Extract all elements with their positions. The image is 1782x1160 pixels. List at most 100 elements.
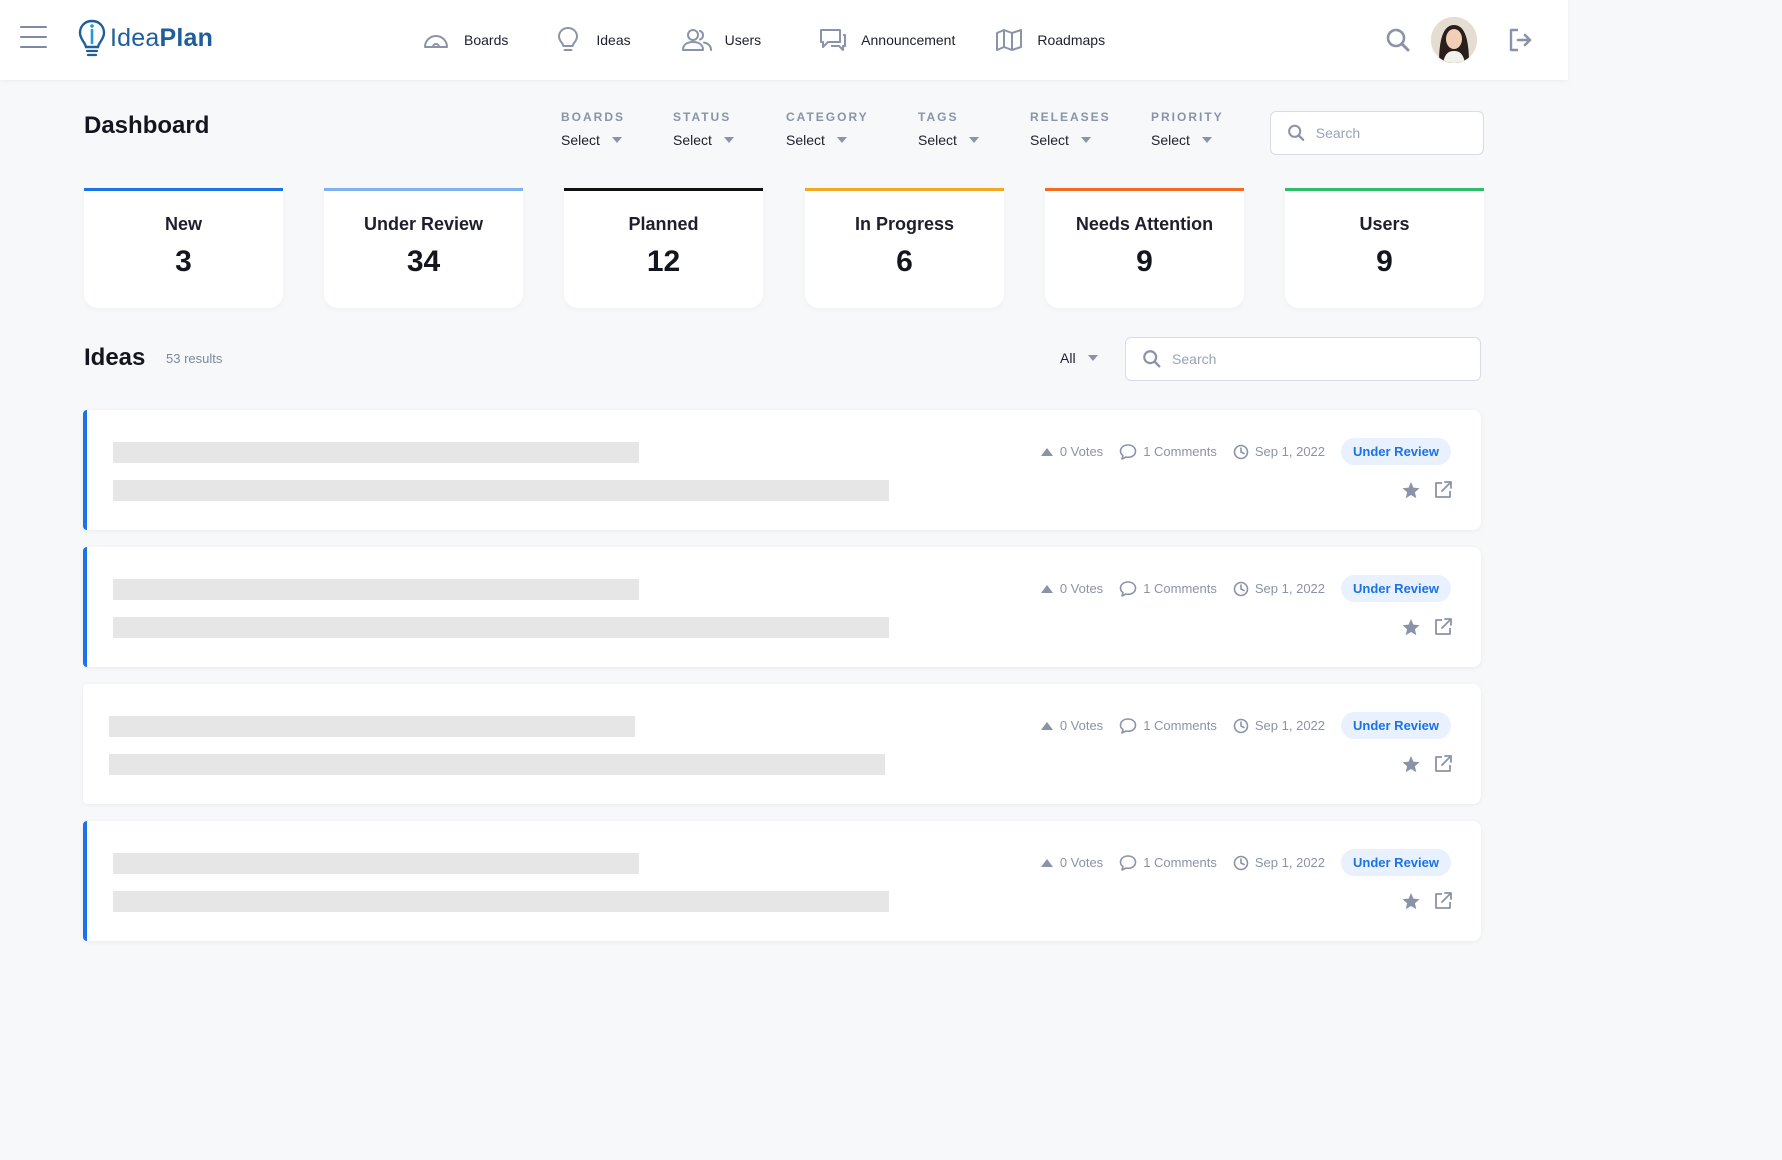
nav-label-roadmaps: Roadmaps <box>1037 32 1106 48</box>
stat-card-new[interactable]: New 3 <box>84 188 283 308</box>
filter-label: RELEASES <box>1030 110 1111 124</box>
comment-bubble-icon <box>1119 443 1137 460</box>
filter-label: STATUS <box>673 110 732 124</box>
idea-comments[interactable]: 1 Comments <box>1119 580 1217 598</box>
external-link-icon[interactable] <box>1433 617 1453 637</box>
filter-select[interactable]: Select <box>673 132 734 148</box>
nav-item-announcement[interactable]: Announcement <box>817 0 955 80</box>
upvote-triangle-icon <box>1040 721 1053 730</box>
idea-comments[interactable]: 1 Comments <box>1119 717 1217 735</box>
star-icon[interactable] <box>1401 618 1421 637</box>
stat-card-planned[interactable]: Planned 12 <box>564 188 763 308</box>
stat-card-under-review[interactable]: Under Review 34 <box>324 188 523 308</box>
star-icon[interactable] <box>1401 755 1421 774</box>
external-link-icon[interactable] <box>1433 891 1453 911</box>
idea-title-placeholder <box>109 716 635 737</box>
filter-select-value: Select <box>561 132 600 148</box>
idea-votes-label: 0 Votes <box>1059 855 1104 870</box>
idea-votes[interactable]: 0 Votes <box>1040 444 1103 459</box>
search-icon[interactable] <box>1384 26 1412 54</box>
stat-card-in-progress[interactable]: In Progress 6 <box>805 188 1004 308</box>
idea-description-placeholder <box>113 617 889 638</box>
ideas-filter-select[interactable]: All <box>1060 350 1098 366</box>
logout-icon[interactable] <box>1506 26 1534 54</box>
idea-actions <box>1389 891 1453 911</box>
ideas-section-title: Ideas <box>84 344 146 371</box>
filter-status[interactable]: STATUS Select <box>673 110 734 148</box>
idea-date-label: Sep 1, 2022 <box>1254 855 1326 870</box>
stat-label: In Progress <box>854 214 955 234</box>
star-icon[interactable] <box>1401 481 1421 500</box>
clock-icon <box>1233 581 1249 596</box>
idea-date-label: Sep 1, 2022 <box>1254 718 1326 733</box>
ideas-search-input[interactable] <box>1172 351 1480 367</box>
filter-select-value: Select <box>1030 132 1069 148</box>
clock-icon <box>1233 855 1249 870</box>
filter-select[interactable]: Select <box>1030 132 1111 148</box>
stat-label: Planned <box>628 214 699 234</box>
nav-item-roadmaps[interactable]: Roadmaps <box>993 0 1105 80</box>
external-link-icon[interactable] <box>1433 480 1453 500</box>
clock-icon <box>1233 444 1249 459</box>
ideas-search-field[interactable] <box>1125 337 1481 381</box>
status-badge[interactable]: Under Review <box>1341 849 1451 876</box>
idea-comments[interactable]: 1 Comments <box>1119 443 1217 461</box>
filter-category[interactable]: CATEGORY Select <box>786 110 869 148</box>
status-badge[interactable]: Under Review <box>1341 575 1451 602</box>
idea-votes[interactable]: 0 Votes <box>1040 581 1103 596</box>
stat-card-users[interactable]: Users 9 <box>1285 188 1484 308</box>
upvote-triangle-icon <box>1040 584 1053 593</box>
stat-value: 12 <box>646 245 681 278</box>
status-badge[interactable]: Under Review <box>1341 712 1451 739</box>
filter-tags[interactable]: TAGS Select <box>918 110 979 148</box>
status-badge[interactable]: Under Review <box>1341 438 1451 465</box>
idea-meta: 0 Votes 1 Comments Sep 1, 2022 Under Rev… <box>1024 575 1451 602</box>
filter-boards[interactable]: BOARDS Select <box>561 110 625 148</box>
user-avatar[interactable] <box>1431 17 1477 63</box>
filter-releases[interactable]: RELEASES Select <box>1030 110 1111 148</box>
filter-select[interactable]: Select <box>1151 132 1224 148</box>
stat-accent-bar <box>564 188 763 191</box>
nav-item-boards[interactable]: Boards <box>420 0 508 80</box>
chevron-down-icon <box>1201 137 1212 143</box>
chevron-down-icon <box>968 137 979 143</box>
idea-comments-label: 1 Comments <box>1143 855 1217 870</box>
app-logo[interactable]: IdeaPlan <box>78 18 213 58</box>
stat-accent-bar <box>324 188 523 191</box>
idea-meta: 0 Votes 1 Comments Sep 1, 2022 Under Rev… <box>1024 849 1451 876</box>
star-icon[interactable] <box>1401 892 1421 911</box>
dashboard-search-input[interactable] <box>1315 125 1483 141</box>
nav-label-announcement: Announcement <box>861 32 956 48</box>
filter-priority[interactable]: PRIORITY Select <box>1151 110 1224 148</box>
idea-card[interactable]: 0 Votes 1 Comments Sep 1, 2022 Under Rev… <box>83 821 1481 941</box>
stat-card-needs-attention[interactable]: Needs Attention 9 <box>1045 188 1244 308</box>
idea-date: Sep 1, 2022 <box>1233 718 1325 734</box>
filter-select[interactable]: Select <box>786 132 869 148</box>
filter-label: TAGS <box>918 110 959 124</box>
stat-accent-bar <box>1285 188 1484 191</box>
idea-description-placeholder <box>109 754 885 775</box>
idea-card[interactable]: 0 Votes 1 Comments Sep 1, 2022 Under Rev… <box>83 410 1481 530</box>
comment-bubble-icon <box>1119 717 1137 734</box>
filter-select[interactable]: Select <box>561 132 625 148</box>
idea-comments[interactable]: 1 Comments <box>1119 854 1217 872</box>
filter-label: CATEGORY <box>786 110 869 124</box>
dashboard-search-field[interactable] <box>1270 111 1484 155</box>
nav-label-users: Users <box>724 32 762 48</box>
nav-item-users[interactable]: Users <box>681 0 762 80</box>
stat-accent-bar <box>805 188 1004 191</box>
nav-item-ideas[interactable]: Ideas <box>552 0 631 80</box>
stat-value: 6 <box>896 245 913 278</box>
external-link-icon[interactable] <box>1433 754 1453 774</box>
idea-card[interactable]: 0 Votes 1 Comments Sep 1, 2022 Under Rev… <box>83 547 1481 667</box>
idea-votes[interactable]: 0 Votes <box>1040 718 1103 733</box>
idea-card[interactable]: 0 Votes 1 Comments Sep 1, 2022 Under Rev… <box>83 684 1481 804</box>
idea-comments-label: 1 Comments <box>1143 718 1217 733</box>
chat-bubbles-icon <box>817 24 849 56</box>
filter-select[interactable]: Select <box>918 132 979 148</box>
idea-votes[interactable]: 0 Votes <box>1040 855 1103 870</box>
search-icon <box>1143 350 1161 368</box>
idea-title-placeholder <box>113 442 639 463</box>
hamburger-menu-icon[interactable] <box>20 26 47 50</box>
filter-label: BOARDS <box>561 110 626 124</box>
